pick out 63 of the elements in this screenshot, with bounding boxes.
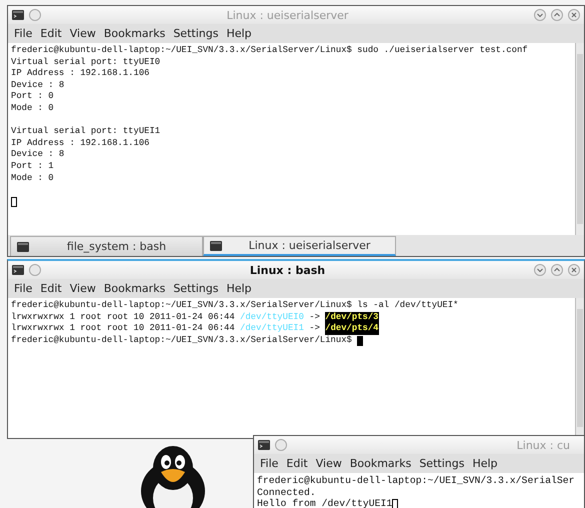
tab[interactable]: file_system : bash [10, 236, 203, 256]
menu-item[interactable]: View [66, 282, 100, 295]
terminal-text: IP Address : 192.168.1.106 [11, 138, 150, 150]
menu-item[interactable]: Help [468, 457, 502, 470]
minimize-icon[interactable] [534, 264, 546, 276]
terminal-icon[interactable] [258, 440, 270, 450]
terminal-text: Device : 8 [11, 149, 64, 161]
terminal-text: Connected. [257, 486, 316, 498]
symlink-text: /dev/ttyUEI1 [240, 323, 304, 335]
scrollbar[interactable] [575, 298, 584, 438]
menu-item[interactable]: Edit [36, 27, 66, 40]
window-title: Linux : bash [248, 264, 326, 276]
terminal-text: Port : 0 [11, 91, 54, 103]
terminal-text: Device : 8 [11, 80, 64, 92]
menu-item[interactable]: File [256, 457, 282, 470]
menu-item[interactable]: File [10, 27, 36, 40]
maximize-icon[interactable] [551, 264, 563, 276]
pin-icon[interactable] [275, 439, 287, 451]
terminal-text: Hello from /dev/ttyUEI1 [257, 498, 392, 508]
menu-item[interactable]: Edit [282, 457, 312, 470]
pin-icon[interactable] [29, 264, 41, 276]
terminal-text: frederic@kubuntu-dell-laptop:~/UEI_SVN/3.3.x/SerialServer/Linux$ [11, 334, 353, 346]
menu-item[interactable]: Help [222, 27, 256, 40]
pin-icon[interactable] [29, 9, 41, 21]
menu-item[interactable]: Bookmarks [100, 282, 170, 295]
maximize-icon[interactable] [551, 9, 563, 21]
menu-item[interactable]: Settings [415, 457, 468, 470]
tab[interactable]: Linux : ueiserialserver [203, 236, 396, 256]
terminal-text: Mode : 0 [11, 172, 54, 184]
terminal-text: frederic@kubuntu-dell-laptop:~/UEI_SVN/3.3.x/SerialSer [257, 475, 574, 487]
menu-item[interactable]: Help [222, 282, 256, 295]
window-title: Linux : cu [516, 438, 571, 452]
highlighted-text: /dev/pts/3 [325, 312, 379, 324]
symlink-text: /dev/ttyUEI0 [240, 312, 304, 324]
menu-item[interactable]: Settings [169, 282, 222, 295]
terminal-text: Mode : 0 [11, 102, 54, 115]
minimize-icon[interactable] [534, 9, 546, 21]
menu-item[interactable]: Settings [169, 27, 222, 40]
highlighted-text: /dev/pts/4 [325, 323, 379, 335]
terminal-text: lrwxrwxrwx 1 root root 10 2011-01-24 06:44 [11, 312, 236, 324]
terminal-text: Virtual serial port: ttyUEI1 [11, 126, 160, 138]
terminal-icon [17, 242, 29, 252]
menu-item[interactable]: Bookmarks [100, 27, 170, 40]
close-icon[interactable] [568, 9, 580, 21]
terminal-icon [210, 240, 222, 250]
scrollbar[interactable] [575, 43, 584, 235]
terminal-icon[interactable] [12, 265, 24, 275]
terminal-text: -> [308, 312, 321, 324]
window-title: Linux : ueiserialserver [226, 8, 350, 22]
menu-item[interactable]: Bookmarks [346, 457, 416, 470]
menu-item[interactable]: View [312, 457, 346, 470]
menu-item[interactable]: File [10, 282, 36, 295]
terminal-icon[interactable] [12, 10, 24, 20]
menu-item[interactable]: Edit [36, 282, 66, 295]
terminal-text: lrwxrwxrwx 1 root root 10 2011-01-24 06:44 [11, 323, 236, 335]
terminal-text: -> [308, 323, 321, 335]
terminal-text: Virtual serial port: ttyUEI0 [11, 56, 160, 68]
terminal-text: frederic@kubuntu-dell-laptop:~/UEI_SVN/3.3.x/SerialServer/Linux$ ls -al /dev/ttyUEI* [11, 300, 458, 312]
menu-item[interactable]: View [66, 27, 100, 40]
terminal-text: frederic@kubuntu-dell-laptop:~/UEI_SVN/3.3.x/SerialServer/Linux$ sudo ./ueiserialserver test.conf [11, 45, 528, 57]
terminal-text: IP Address : 192.168.1.106 [11, 68, 150, 80]
close-icon[interactable] [568, 264, 580, 276]
terminal-text: Port : 1 [11, 160, 54, 173]
